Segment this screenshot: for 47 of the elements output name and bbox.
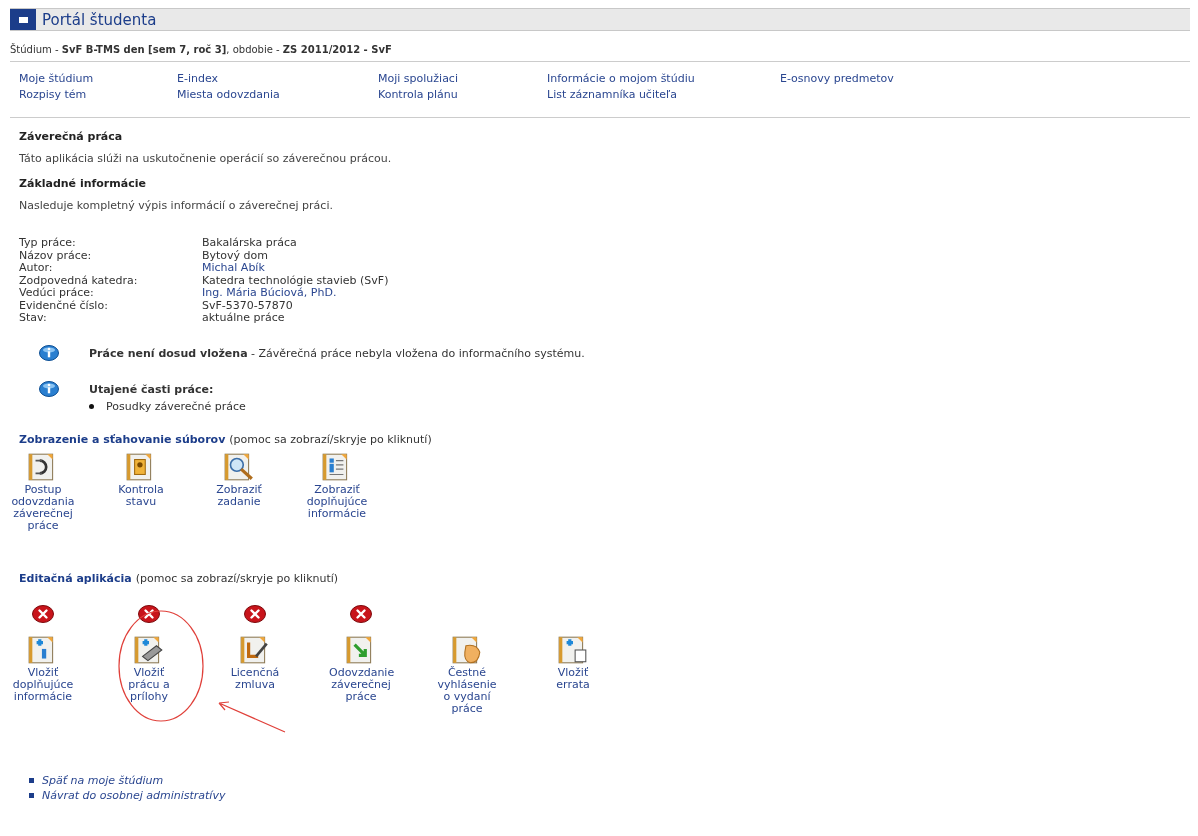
nav-link[interactable]: List záznamníka učiteľa <box>547 87 780 103</box>
app-link[interactable]: Kontrola stavu <box>108 483 174 508</box>
section-heading: Záverečná práca <box>19 130 124 143</box>
info-link[interactable]: Michal Abík <box>202 262 389 275</box>
app-link[interactable]: Postup odovzdania záverečnej práce <box>10 483 76 532</box>
nav-link[interactable]: Informácie o mojom štúdiu <box>547 71 780 87</box>
page-title: Portál študenta <box>42 10 157 29</box>
notice-text: Práce není dosud vložena - Závěrečná práce nebyla vložena do informačního systému. <box>89 346 585 360</box>
section-heading: Základné informácie <box>19 177 147 190</box>
info-label: Autor: <box>19 262 54 275</box>
notice-text: Utajené časti práce: <box>89 382 215 396</box>
bullet-item: Posudky záverečné práce <box>106 399 246 413</box>
info-label: Názov práce: <box>19 249 93 262</box>
help-hint: (pomoc sa zobrazí/skryje po kliknutí) <box>229 432 432 446</box>
nav-link[interactable]: E-osnovy predmetov <box>780 71 980 87</box>
app-link[interactable]: Odovzdanie záverečnej práce <box>329 666 393 703</box>
section-link[interactable]: Editačná aplikácia <box>19 571 132 585</box>
app-link[interactable]: Vložiť errata <box>541 666 605 691</box>
breadcrumb: Štúdium - SvF B-TMS den [sem 7, roč 3], obdobie - ZS 2011/2012 - SvF <box>10 44 393 55</box>
back-link[interactable]: Späť na moje štúdium <box>42 772 164 788</box>
info-label: Stav: <box>19 312 48 325</box>
info-label: Zodpovedná katedra: <box>19 274 139 287</box>
nav-link[interactable]: Kontrola plánu <box>378 87 547 103</box>
info-value: Bakalárska práca <box>202 237 298 250</box>
info-value: Katedra technológie stavieb (SvF) <box>202 274 389 287</box>
app-link[interactable]: Čestné vyhlásenie o vydaní práce <box>435 666 499 715</box>
info-value: aktuálne práce <box>202 312 286 325</box>
nav-link[interactable]: Moje štúdium <box>19 71 177 87</box>
description: Nasleduje kompletný výpis informácií o záverečnej práci. <box>19 199 334 212</box>
nav-link[interactable]: E-index <box>177 71 378 87</box>
info-value: SvF-5370-57870 <box>202 299 294 312</box>
help-hint: (pomoc sa zobrazí/skryje po kliknutí) <box>135 571 339 585</box>
section-link[interactable]: Zobrazenie a sťahovanie súborov <box>19 432 226 446</box>
info-label: Evidenčné číslo: <box>19 299 109 312</box>
nav-link[interactable]: Rozpisy tém <box>19 87 177 103</box>
info-label: Typ práce: <box>19 237 77 250</box>
back-link[interactable]: Návrat do osobnej administratívy <box>42 787 226 803</box>
info-label: Vedúci práce: <box>19 287 95 300</box>
app-link[interactable]: Vložiť doplňujúce informácie <box>11 666 75 703</box>
description: Táto aplikácia slúži na uskutočnenie operácií so záverečnou prácou. <box>19 152 393 165</box>
info-value: Bytový dom <box>202 249 270 262</box>
app-link[interactable]: Licenčná zmluva <box>223 666 287 691</box>
app-link[interactable]: Zobraziť zadanie <box>206 483 272 508</box>
app-link[interactable]: Zobraziť doplňujúce informácie <box>304 483 370 520</box>
info-link[interactable]: Ing. Mária Búciová, PhD. <box>202 287 389 300</box>
nav-link[interactable]: Moji spolužiaci <box>378 71 547 87</box>
nav-link[interactable]: Miesta odovzdania <box>177 87 378 103</box>
